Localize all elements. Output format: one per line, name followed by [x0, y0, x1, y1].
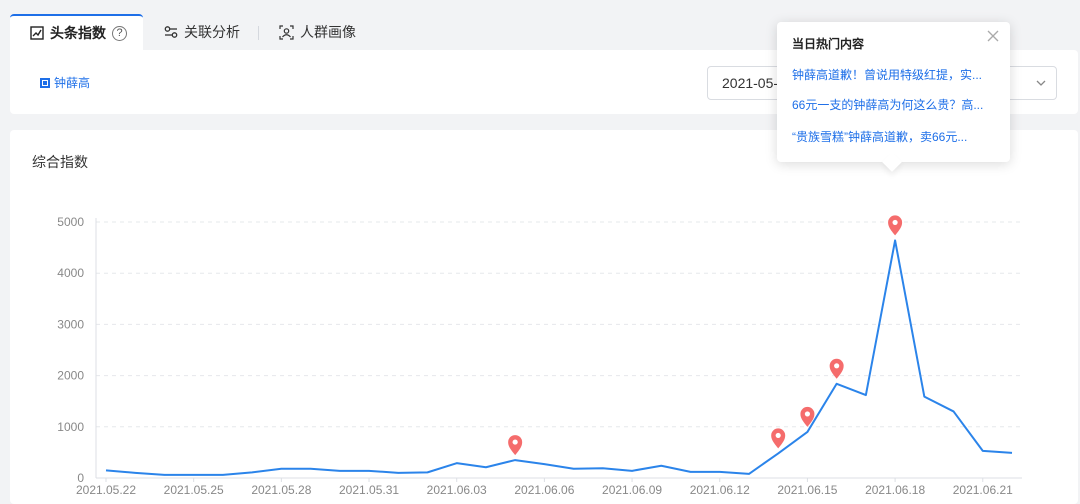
- x-tick-label: 2021.05.31: [339, 483, 399, 497]
- hot-content-link[interactable]: “贵族雪糕”钟薛高道歉，卖66元...: [792, 128, 992, 145]
- tab-label: 关联分析: [184, 24, 240, 40]
- close-icon[interactable]: [986, 29, 1000, 43]
- series-line: [105, 239, 1013, 476]
- hot-event-marker[interactable]: [771, 428, 786, 449]
- hot-content-link[interactable]: 66元一支的钟薛高为何这么贵？高...: [792, 96, 992, 113]
- x-tick-label: 2021.06.09: [602, 483, 662, 497]
- x-tick-label: 2021.05.28: [251, 483, 311, 497]
- hot-content-link[interactable]: 钟薛高道歉！曾说用特级红提，实...: [792, 66, 992, 83]
- x-tick-label: 2021.06.03: [427, 483, 487, 497]
- y-tick-label: 4000: [57, 266, 84, 280]
- crowd-portrait-icon: [279, 24, 294, 40]
- x-tick-label: 2021.06.12: [690, 483, 750, 497]
- tab-label: 人群画像: [300, 24, 356, 40]
- relation-icon: [164, 26, 178, 38]
- hot-event-marker[interactable]: [508, 435, 523, 456]
- y-tick-label: 5000: [57, 215, 84, 229]
- x-tick-label: 2021.05.25: [164, 483, 224, 497]
- tab-toutiao-index[interactable]: 头条指数 ?: [10, 14, 143, 50]
- tab-crowd-portrait[interactable]: 人群画像: [279, 14, 369, 50]
- chart-panel: 综合指数 0 1000 2000 3000 4000 5000 2021.05.22 2021…: [10, 130, 1078, 504]
- tab-relation-analysis[interactable]: 关联分析: [164, 14, 254, 50]
- y-tick-label: 2000: [57, 369, 84, 383]
- x-tick-label: 2021.06.21: [953, 483, 1013, 497]
- x-tick-label: 2021.06.18: [865, 483, 925, 497]
- help-icon[interactable]: ?: [112, 25, 127, 41]
- y-tick-label: 1000: [57, 420, 84, 434]
- keyword-legend-item[interactable]: 钟薛高: [40, 74, 90, 91]
- x-tick-label: 2021.05.22: [76, 483, 136, 497]
- x-tick-label: 2021.06.15: [777, 483, 837, 497]
- tab-label: 头条指数: [50, 25, 106, 41]
- chevron-down-icon: [1036, 80, 1046, 86]
- index-line-chart: 0100020003000400050002021.05.22 2021.05.2…: [57, 215, 1022, 497]
- popup-title: 当日热门内容: [792, 37, 865, 51]
- hot-event-marker[interactable]: [888, 215, 903, 236]
- x-tick-label: 2021.06.06: [514, 483, 574, 497]
- tab-divider: [258, 26, 259, 40]
- y-tick-label: 3000: [57, 317, 84, 331]
- checkbox-icon: [40, 77, 50, 88]
- hot-content-popup: 当日热门内容 钟薛高道歉！曾说用特级红提，实... 66元一支的钟薛高为何这么贵…: [777, 22, 1010, 162]
- keyword-label: 钟薛高: [54, 76, 91, 90]
- trend-chart-icon: [30, 26, 44, 40]
